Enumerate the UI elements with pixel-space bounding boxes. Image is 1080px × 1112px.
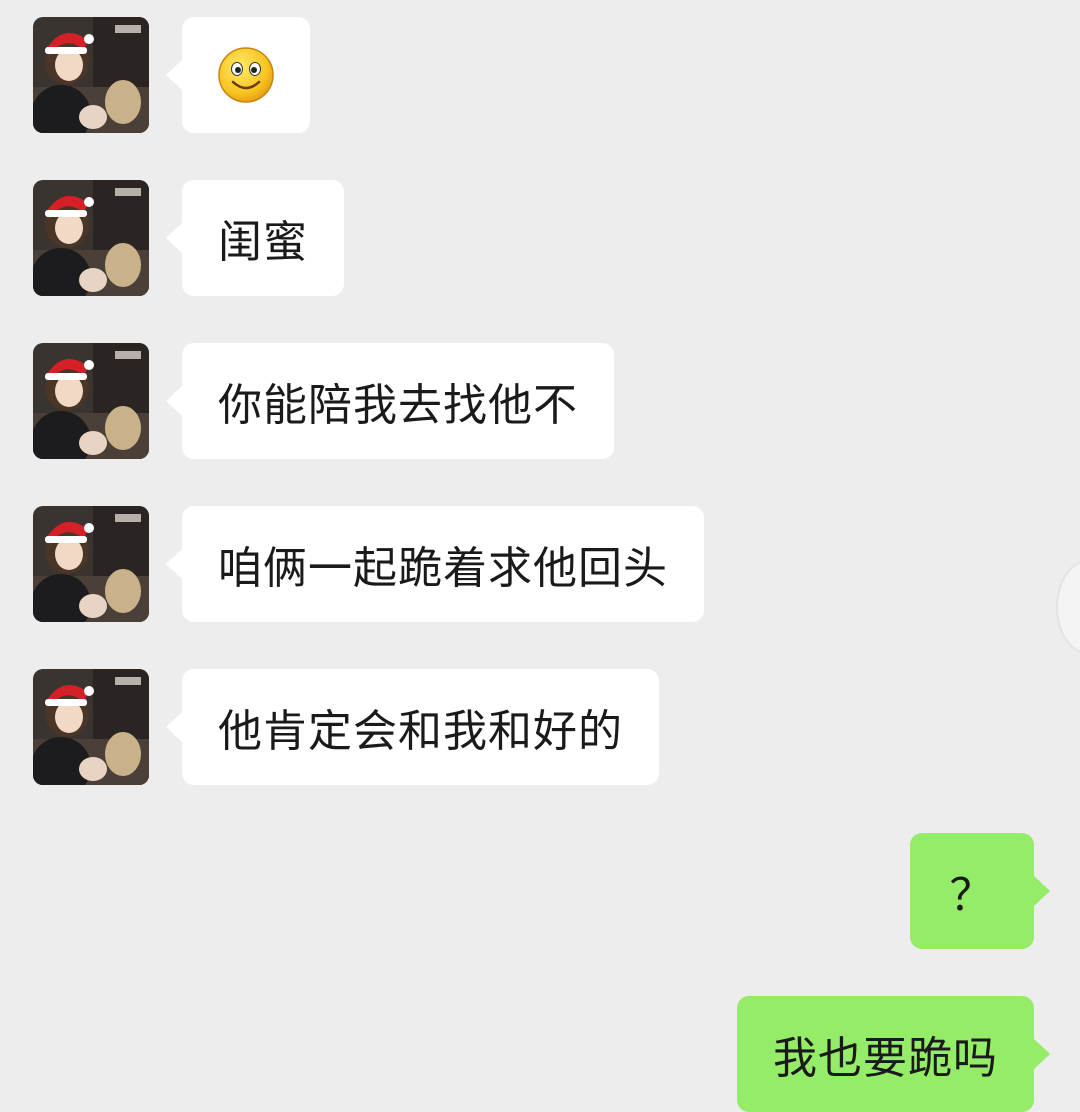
contact-avatar[interactable] (33, 506, 149, 622)
contact-avatar[interactable] (33, 180, 149, 296)
message-text: 我也要跪吗 (773, 1033, 998, 1084)
avatar-photo-icon (33, 343, 149, 459)
message-bubble[interactable]: 闺蜜 (166, 180, 344, 296)
partial-avatar (1056, 560, 1080, 654)
avatar-photo-icon (33, 17, 149, 133)
message-text: 咱俩一起跪着求他回头 (218, 543, 668, 594)
message-text: 闺蜜 (218, 217, 308, 268)
avatar-photo-icon (33, 506, 149, 622)
message-bubble-outgoing[interactable]: 我也要跪吗 (737, 996, 1050, 1112)
message-text: ？ (949, 870, 995, 921)
message-bubble-outgoing[interactable]: ？ (910, 833, 1050, 949)
avatar-photo-icon (33, 180, 149, 296)
contact-avatar[interactable] (33, 343, 149, 459)
message-text: 你能陪我去找他不 (218, 380, 578, 431)
contact-avatar[interactable] (33, 669, 149, 785)
message-bubble[interactable]: 你能陪我去找他不 (166, 343, 614, 459)
message-bubble[interactable]: 咱俩一起跪着求他回头 (166, 506, 704, 622)
message-bubble-emoji[interactable] (166, 17, 310, 133)
avatar-photo-icon (33, 669, 149, 785)
message-bubble[interactable]: 他肯定会和我和好的 (166, 669, 659, 785)
smiley-face-icon (218, 47, 274, 103)
message-text: 他肯定会和我和好的 (218, 706, 623, 757)
contact-avatar[interactable] (33, 17, 149, 133)
chat-window: 闺蜜 你能陪我去找他不 咱俩一起跪着求他回头 他肯定会和我和好的 ？ 我也要跪吗 (0, 0, 1080, 1112)
